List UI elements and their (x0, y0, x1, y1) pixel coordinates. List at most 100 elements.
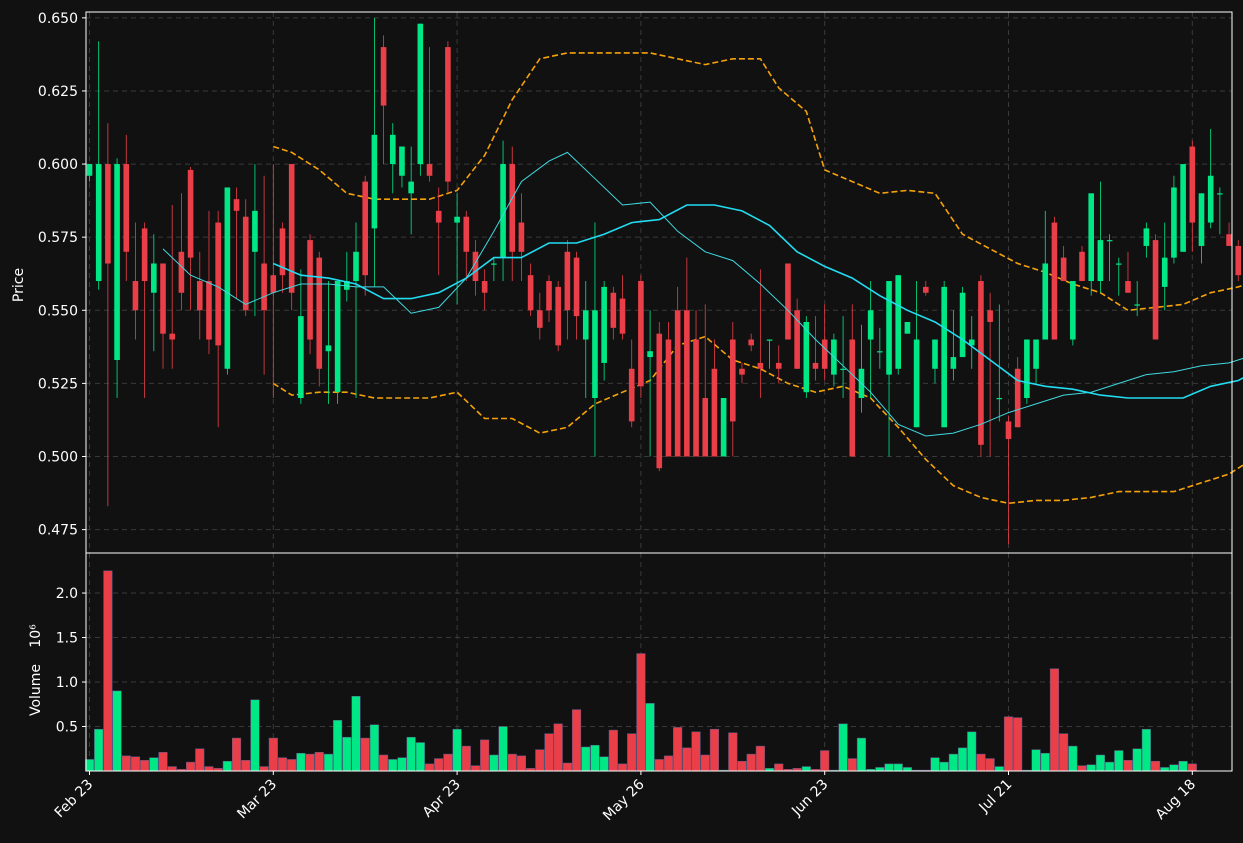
volume-bar (186, 761, 196, 772)
volume-bar (424, 763, 435, 772)
volume-tick-label: 2.0 (56, 586, 78, 602)
volume-bar (847, 758, 857, 772)
volume-bar (1049, 668, 1060, 772)
candle-body (647, 351, 653, 358)
volume-bar (121, 755, 131, 772)
volume-bar (856, 737, 867, 772)
volume-bar (553, 723, 563, 772)
volume-bar (535, 749, 545, 772)
candle-body (491, 263, 497, 265)
candle-body (941, 286, 947, 428)
volume-tick-label: 1.5 (56, 631, 78, 647)
candle-body (454, 216, 460, 223)
volume-bar (342, 736, 352, 772)
candle-body (325, 345, 332, 352)
candle-body (555, 286, 561, 346)
candle-body (1024, 339, 1030, 399)
volume-bar (250, 699, 260, 772)
candle-body (417, 23, 424, 165)
candle-body (821, 339, 828, 369)
volume-bar (884, 763, 894, 772)
candle-body (288, 164, 295, 293)
volume-bar (1059, 733, 1069, 772)
candle-body (904, 321, 911, 334)
price-tick-label: 0.475 (38, 523, 78, 539)
candle-body (408, 181, 414, 194)
candle-body (592, 310, 598, 399)
volume-bar (167, 766, 177, 772)
volume-axis-exponent: 10⁶ (28, 624, 44, 648)
volume-bar (461, 745, 471, 772)
candle-body (1060, 257, 1067, 282)
candle-body (151, 263, 157, 293)
price-tick-label: 0.625 (38, 84, 78, 100)
candle-body (1134, 304, 1140, 306)
volume-bar (314, 752, 324, 772)
volume-bar (1178, 760, 1188, 772)
candle-body (693, 339, 699, 457)
candle-body (739, 368, 745, 375)
volume-bar (204, 766, 214, 772)
volume-bar (893, 763, 903, 772)
candle-body (785, 263, 791, 340)
volume-bar (1105, 761, 1115, 772)
candle-body (748, 339, 754, 346)
volume-bar (296, 752, 306, 772)
candle-body (1180, 164, 1186, 252)
volume-bar (1150, 760, 1161, 772)
candle-body (932, 339, 938, 369)
candle-body (628, 368, 635, 422)
price-tick-label: 0.550 (38, 303, 78, 319)
volume-bar (645, 703, 655, 772)
volume-bar (112, 690, 122, 772)
candle-body (913, 339, 920, 428)
volume-bar (673, 727, 683, 772)
candle-body (1097, 240, 1104, 282)
candle-body (261, 263, 267, 311)
volume-bar (507, 753, 517, 772)
candle-body (978, 281, 984, 445)
candle-body (160, 263, 166, 334)
volume-bar (1031, 749, 1041, 772)
price-tick-label: 0.500 (38, 449, 78, 465)
volume-bar (939, 761, 949, 772)
volume-bar (1114, 750, 1124, 772)
candle-body (307, 240, 313, 340)
volume-bar (397, 757, 407, 772)
candle-body (123, 164, 130, 252)
volume-bar (415, 742, 425, 772)
volume-bar (434, 758, 444, 772)
price-tick-label: 0.600 (38, 157, 78, 173)
volume-bar (1160, 767, 1170, 772)
volume-bar (1086, 764, 1096, 772)
volume-bar (838, 723, 848, 772)
candle-body (463, 216, 470, 252)
candle-body (252, 210, 258, 252)
candle-body (141, 228, 148, 282)
volume-bar (516, 755, 526, 772)
volume-bar (94, 728, 104, 772)
candle-body (380, 47, 387, 106)
candle-body (610, 292, 617, 328)
candle-body (233, 199, 240, 211)
volume-bar (737, 760, 747, 772)
volume-bar (902, 767, 912, 772)
candle-body (702, 398, 709, 457)
volume-bar (222, 760, 232, 772)
volume-bar (774, 763, 784, 772)
volume-bar (1095, 754, 1105, 772)
volume-bar (875, 767, 885, 772)
volume-bar (1013, 717, 1023, 772)
volume-bar (590, 744, 600, 772)
candle-body (849, 339, 856, 457)
candle-body (187, 169, 194, 258)
volume-bar (985, 758, 995, 772)
candle-body (665, 339, 672, 457)
volume-bar (709, 728, 719, 772)
candle-body (334, 281, 341, 393)
candle-body (1207, 175, 1214, 223)
candle-body (601, 286, 607, 363)
volume-bar (1003, 716, 1014, 772)
candle-body (1042, 263, 1049, 340)
volume-bar (287, 759, 297, 772)
